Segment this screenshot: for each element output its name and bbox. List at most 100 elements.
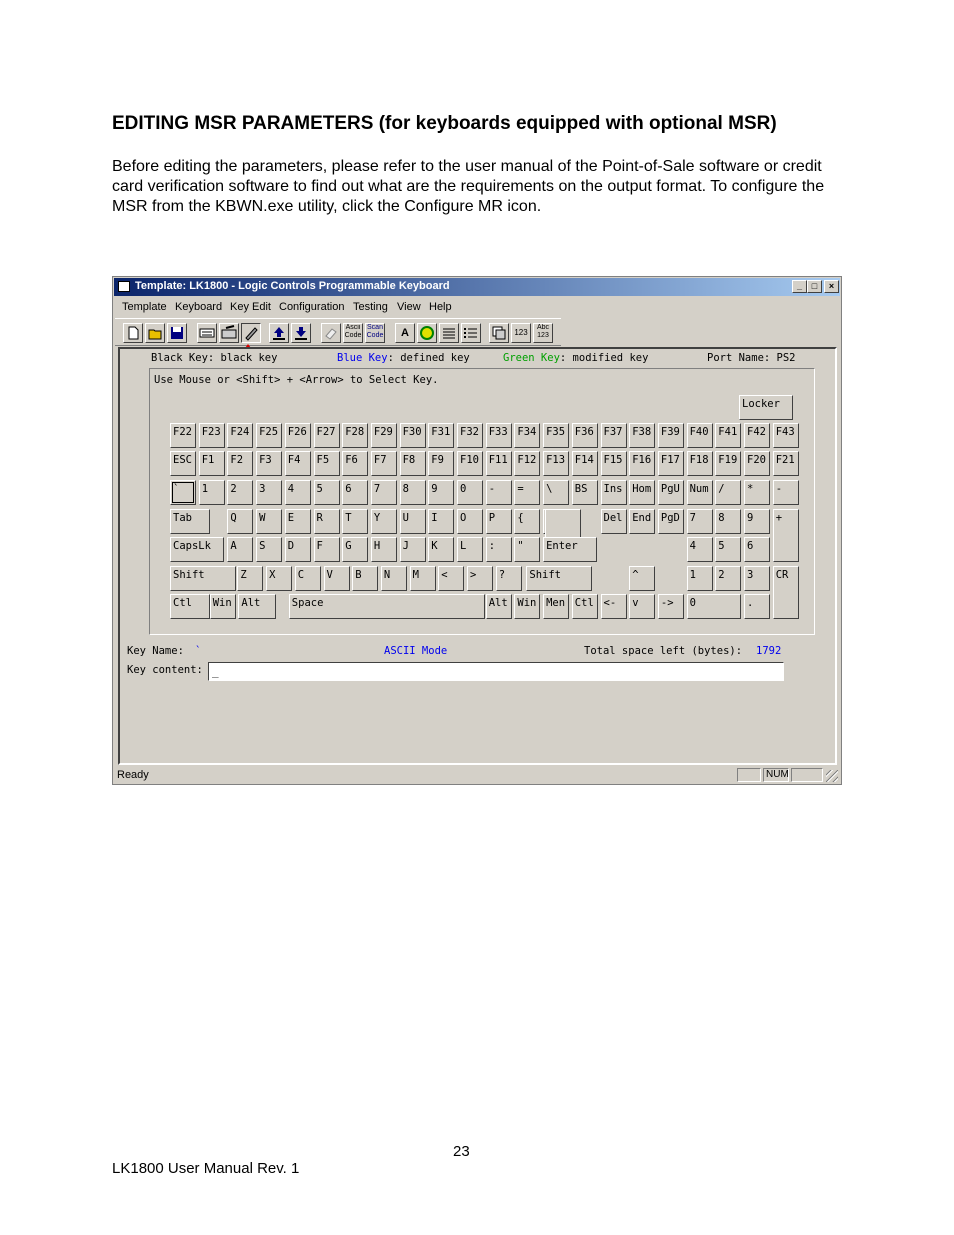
key-sym[interactable]: ? (495, 566, 522, 591)
key-Del[interactable]: Del (600, 509, 627, 534)
key-Z[interactable]: Z (237, 566, 264, 591)
key-ctl-left[interactable]: Ctl (170, 594, 210, 619)
key-R[interactable]: R (313, 509, 340, 534)
key-F43[interactable]: F43 (772, 423, 799, 448)
key-content-input[interactable]: _ (208, 662, 784, 681)
key-F15[interactable]: F15 (600, 451, 627, 476)
key-F37[interactable]: F37 (600, 423, 627, 448)
key-S[interactable]: S (256, 537, 283, 562)
key-F38[interactable]: F38 (629, 423, 656, 448)
key-F14[interactable]: F14 (571, 451, 598, 476)
key-U[interactable]: U (399, 509, 426, 534)
key-ctl-right[interactable]: Ctl (571, 594, 598, 619)
key-sym[interactable]: : (485, 537, 512, 562)
key-F30[interactable]: F30 (399, 423, 426, 448)
key-F20[interactable]: F20 (744, 451, 770, 476)
eraser-icon[interactable] (321, 323, 341, 343)
key-shift-left[interactable]: Shift (170, 566, 236, 591)
close-button[interactable]: × (824, 280, 839, 293)
key-W[interactable]: W (256, 509, 283, 534)
key-F[interactable]: F (313, 537, 340, 562)
resize-grip-icon[interactable] (826, 770, 838, 782)
key-cr[interactable]: CR (772, 566, 799, 619)
key-Num[interactable]: Num (686, 480, 713, 505)
key-F33[interactable]: F33 (485, 423, 512, 448)
save-disk-icon[interactable] (167, 323, 187, 343)
key-9[interactable]: 9 (744, 509, 770, 534)
key-K[interactable]: K (428, 537, 455, 562)
key-shift-right[interactable]: Shift (526, 566, 593, 591)
key-F21[interactable]: F21 (772, 451, 799, 476)
key-BS[interactable]: BS (571, 480, 598, 505)
keyboard-grid-icon[interactable] (197, 323, 217, 343)
key-C[interactable]: C (294, 566, 321, 591)
key-5[interactable]: 5 (313, 480, 340, 505)
key-dot[interactable]: . (744, 594, 770, 619)
key-sym[interactable]: - (772, 480, 799, 505)
key-7[interactable]: 7 (370, 480, 397, 505)
key-PgU[interactable]: PgU (657, 480, 684, 505)
key-6[interactable]: 6 (744, 537, 770, 562)
key-F4[interactable]: F4 (284, 451, 311, 476)
configure-mr-icon[interactable] (241, 323, 261, 343)
menu-view[interactable]: View (397, 301, 421, 313)
menu-help[interactable]: Help (429, 301, 452, 313)
key-sym[interactable]: \ (543, 480, 570, 505)
key-ESC[interactable]: ESC (170, 451, 196, 476)
key-sym[interactable]: " (514, 537, 541, 562)
key-enter[interactable]: Enter (543, 537, 598, 562)
key-V[interactable]: V (323, 566, 350, 591)
menu-keyboard[interactable]: Keyboard (175, 301, 222, 313)
key-sym[interactable]: < (438, 566, 465, 591)
key-F29[interactable]: F29 (370, 423, 397, 448)
key-plus[interactable]: + (772, 509, 799, 562)
key-F39[interactable]: F39 (657, 423, 684, 448)
key-8[interactable]: 8 (399, 480, 426, 505)
key-Hom[interactable]: Hom (629, 480, 656, 505)
key-2[interactable]: 2 (715, 566, 742, 591)
key-5[interactable]: 5 (715, 537, 742, 562)
key-F7[interactable]: F7 (370, 451, 397, 476)
key-F22[interactable]: F22 (170, 423, 196, 448)
key-O[interactable]: O (457, 509, 483, 534)
key-F41[interactable]: F41 (715, 423, 742, 448)
key-0[interactable]: 0 (457, 480, 483, 505)
key-F34[interactable]: F34 (514, 423, 541, 448)
key-A[interactable]: A (227, 537, 254, 562)
key-PgD[interactable]: PgD (657, 509, 684, 534)
key-F32[interactable]: F32 (457, 423, 483, 448)
key-1[interactable]: 1 (686, 566, 713, 591)
key-F10[interactable]: F10 (457, 451, 483, 476)
key-B[interactable]: B (352, 566, 379, 591)
key-F19[interactable]: F19 (715, 451, 742, 476)
key-3[interactable]: 3 (256, 480, 283, 505)
key-7[interactable]: 7 (686, 509, 713, 534)
key-F26[interactable]: F26 (284, 423, 311, 448)
open-folder-icon[interactable] (145, 323, 165, 343)
key-F40[interactable]: F40 (686, 423, 713, 448)
key-3[interactable]: 3 (744, 566, 770, 591)
key-F8[interactable]: F8 (399, 451, 426, 476)
key-win-right[interactable]: Win (514, 594, 541, 619)
key-D[interactable]: D (284, 537, 311, 562)
key-Ins[interactable]: Ins (600, 480, 627, 505)
key-I[interactable]: I (428, 509, 455, 534)
key-Y[interactable]: Y (370, 509, 397, 534)
key-capslk[interactable]: CapsLk (170, 537, 224, 562)
key-alt-right[interactable]: Alt (485, 594, 512, 619)
menu-template[interactable]: Template (122, 301, 167, 313)
key-F28[interactable]: F28 (342, 423, 369, 448)
key-F1[interactable]: F1 (198, 451, 225, 476)
list-numbered-icon[interactable] (461, 323, 481, 343)
keyboard-edit-icon[interactable] (219, 323, 239, 343)
key-X[interactable]: X (266, 566, 293, 591)
key-F3[interactable]: F3 (256, 451, 283, 476)
key-space[interactable]: Space (288, 594, 485, 619)
key-sym[interactable]: / (715, 480, 742, 505)
key-F11[interactable]: F11 (485, 451, 512, 476)
key-sym[interactable]: > (467, 566, 493, 591)
key-F35[interactable]: F35 (543, 423, 570, 448)
key-J[interactable]: J (399, 537, 426, 562)
key-F2[interactable]: F2 (227, 451, 254, 476)
key-F36[interactable]: F36 (571, 423, 598, 448)
